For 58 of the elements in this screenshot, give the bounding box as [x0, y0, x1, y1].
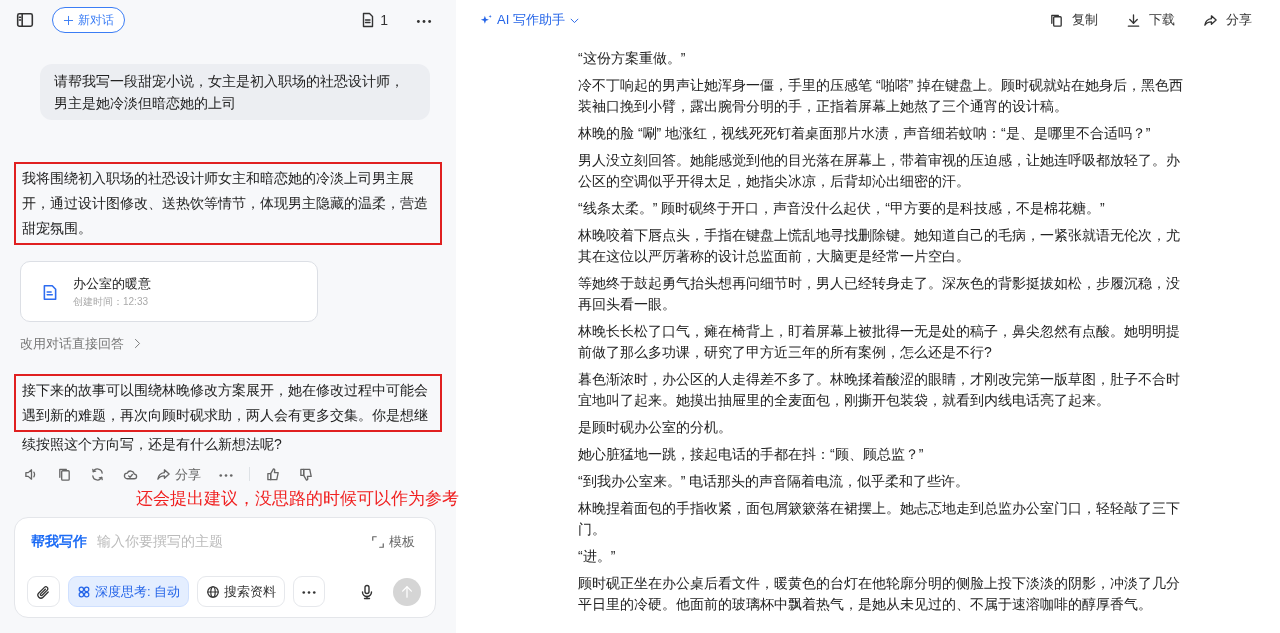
thumbs-up-icon: [266, 467, 281, 483]
story-paragraph: 冷不丁响起的男声让她浑身一僵，手里的压感笔 “啪嗒” 掉在键盘上。顾时砚就站在她身后，黑色西装袖口挽到小臂，露出腕骨分明的手，正指着屏幕上她熬了三个通宵的设计稿。: [578, 76, 1185, 116]
story-paragraph: 暮色渐浓时，办公区的人走得差不多了。林晚揉着酸涩的眼睛，才刚改完第一版草图，肚子不合时宜地叫了起来。她摸出抽屉里的全麦面包，刚撕开包装袋，就看到内线电话亮了起来。: [578, 370, 1181, 410]
copy-button[interactable]: 复制: [1043, 9, 1104, 31]
story-paragraph: 林晚的脸 “唰” 地涨红，视线死死钉着桌面那片水渍，声音细若蚊呐：“是、是哪里不合适吗？”: [578, 124, 1152, 143]
story-paragraph: “到我办公室来。” 电话那头的声音隔着电流，似乎柔和了些许。: [578, 472, 971, 491]
refresh-icon: [90, 467, 105, 483]
attach-button[interactable]: [27, 576, 60, 607]
story-paragraph: 男人没立刻回答。她能感觉到他的目光落在屏幕上，带着审视的压迫感，让她连呼吸都放轻了。办公区的空调似乎开得太足，她指尖冰凉，后背却沁出细密的汗。: [578, 151, 1181, 191]
copy-icon: [57, 467, 72, 483]
new-chat-button[interactable]: 新对话: [52, 7, 125, 33]
writing-assistant-dropdown[interactable]: AI 写作助手: [474, 9, 586, 31]
story-paragraph: 等她终于鼓起勇气抬头想再问细节时，男人已经转身走了。深灰色的背影挺拔如松，步履沉稳，没再回头看一眼。: [578, 274, 1181, 314]
document-card[interactable]: 办公室的暖意 创建时间：12:33: [20, 261, 318, 322]
user-message: 请帮我写一段甜宠小说，女主是初入职场的社恐设计师，男主是她冷淡但暗恋她的上司: [40, 64, 430, 120]
created-time: 创建时间：12:33: [73, 294, 150, 309]
story-paragraph: “这份方案重做。”: [578, 49, 687, 68]
chevron-right-icon: [132, 338, 143, 350]
share-icon: [156, 466, 171, 482]
story-paragraph: 林晚长长松了口气，瘫在椅背上，盯着屏幕上被批得一无是处的稿子，鼻尖忽然有点酸。她明明提前做了那么多功课，研究了甲方近三年的所有案例，怎么还是不行?: [578, 322, 1181, 362]
deep-think-toggle[interactable]: 深度思考: 自动: [68, 576, 190, 607]
expand-icon: [371, 534, 385, 549]
ai-message: 接下来的故事可以围绕林晚修改方案展开，她在修改过程中可能会遇到新的难题，再次向顾时砚求助，两人会有更多交集。你是想继: [14, 373, 442, 432]
globe-icon: [206, 584, 221, 599]
topic-input-field[interactable]: 输入你要撰写的主题: [95, 530, 357, 553]
thumbs-down-icon: [299, 467, 314, 483]
more-icon: [302, 590, 317, 594]
arrow-up-icon: [400, 584, 414, 599]
story-paragraph: 林晚咬着下唇点头，手指在键盘上慌乱地寻找删除键。她知道自己的毛病，一紧张就语无伦次，尤其在这位以严厉著称的设计总监面前，大脑更是经常一片空白。: [578, 226, 1181, 266]
share-button[interactable]: 分享: [1197, 9, 1258, 31]
writing-mode-label: 帮我写作: [31, 532, 87, 551]
download-button[interactable]: 下载: [1120, 9, 1181, 31]
share-button[interactable]: 分享: [154, 464, 203, 484]
ai-message: 我将围绕初入职场的社恐设计师女主和暗恋她的冷淡上司男主展开，通过设计图修改、送热饮等情节，体现男主隐藏的温柔，营造甜宠氛围。: [14, 162, 442, 245]
plus-icon: [63, 14, 74, 26]
ai-message: 续按照这个方向写，还是有什么新想法呢?: [21, 434, 283, 454]
story-paragraph: 顾时砚正坐在办公桌后看文件，暖黄色的台灯在他轮廓分明的侧脸上投下淡淡的阴影，冲淡了几分平日里的冷硬。他面前的玻璃杯中飘着热气，是她从未见过的、不属于速溶咖啡的醇厚香气。: [578, 574, 1181, 614]
more-icon: [416, 19, 432, 23]
story-paragraph: 她心脏猛地一跳，接起电话的手都在抖：“顾、顾总监？”: [578, 445, 925, 464]
document-count-button[interactable]: 1: [358, 10, 390, 30]
microphone-icon: [359, 583, 375, 600]
template-button[interactable]: 模板: [365, 530, 421, 553]
switch-answer-link[interactable]: 改用对话直接回答: [20, 334, 143, 354]
download-icon: [1126, 12, 1141, 28]
paperclip-icon: [36, 584, 51, 600]
annotation-text: 还会提出建议，没思路的时候可以作为参考: [136, 488, 459, 511]
story-paragraph: “线条太柔。” 顾时砚终于开口，声音没什么起伏，“甲方要的是科技感，不是棉花糖。”: [578, 199, 1106, 218]
copy-icon: [1049, 12, 1064, 28]
more-icon: [219, 474, 233, 478]
atom-icon: [77, 584, 91, 599]
document-title: 办公室的暖意: [73, 275, 151, 294]
share-icon: [1203, 12, 1218, 28]
story-paragraph: 林晚捏着面包的手指收紧，面包屑簌簌落在裙摆上。她忐忑地走到总监办公室门口，轻轻敲了三下门。: [578, 499, 1181, 539]
search-toggle[interactable]: 搜索资料: [197, 576, 286, 607]
sidebar-icon: [16, 11, 34, 29]
story-paragraph: 是顾时砚办公室的分机。: [578, 418, 733, 437]
story-paragraph: “进。”: [578, 547, 617, 566]
document-edit-icon: [41, 282, 59, 301]
